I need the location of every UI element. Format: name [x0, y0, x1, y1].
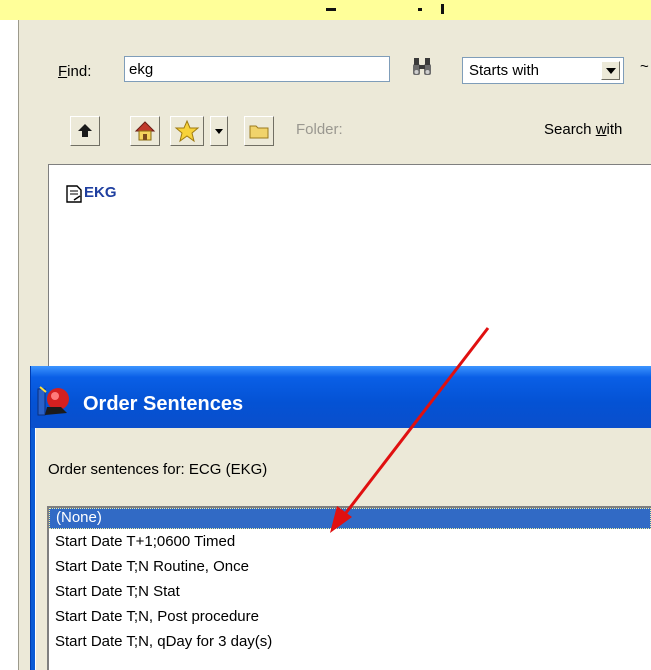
find-label: Find: — [58, 63, 92, 80]
list-item[interactable]: Start Date T;N, qDay for 3 day(s) — [55, 633, 272, 654]
app-icon — [37, 386, 69, 416]
document-icon — [66, 185, 82, 203]
chevron-down-icon — [215, 129, 223, 134]
binoculars-icon[interactable] — [410, 55, 434, 79]
dialog-title: Order Sentences — [83, 393, 244, 415]
title-fragment — [441, 4, 444, 14]
list-item-selected[interactable]: (None) — [49, 508, 651, 529]
search-within-label: Search with — [544, 121, 623, 138]
find-input[interactable] — [124, 56, 390, 82]
list-item[interactable]: Start Date T;N Stat — [55, 583, 180, 604]
home-icon — [134, 121, 156, 141]
title-fragment — [326, 8, 336, 11]
favorites-dropdown-button[interactable] — [210, 116, 228, 146]
folder-label: Folder: — [296, 121, 343, 138]
up-folder-button[interactable] — [70, 116, 100, 146]
dialog-titlebar[interactable]: Order Sentences — [31, 366, 651, 428]
match-mode-value: Starts with — [469, 62, 540, 79]
list-item[interactable]: Start Date T+1;0600 Timed — [55, 533, 235, 554]
list-item[interactable]: Start Date T;N, Post procedure — [55, 608, 259, 629]
truncated-glyph: ~ — [640, 58, 649, 75]
favorites-button[interactable] — [170, 116, 204, 146]
up-arrow-icon — [78, 124, 92, 137]
sentences-for-label: Order sentences for: ECG (EKG) — [48, 461, 268, 478]
home-button[interactable] — [130, 116, 160, 146]
result-label: EKG — [84, 184, 117, 201]
match-mode-select[interactable]: Starts with — [462, 57, 624, 84]
star-icon — [174, 119, 200, 143]
top-highlight-band — [0, 0, 651, 20]
list-item[interactable]: Start Date T;N Routine, Once — [55, 558, 249, 579]
results-list — [48, 164, 651, 379]
folder-button[interactable] — [244, 116, 274, 146]
folder-icon — [249, 125, 269, 139]
chevron-down-icon[interactable] — [601, 61, 620, 80]
title-fragment — [418, 8, 422, 11]
